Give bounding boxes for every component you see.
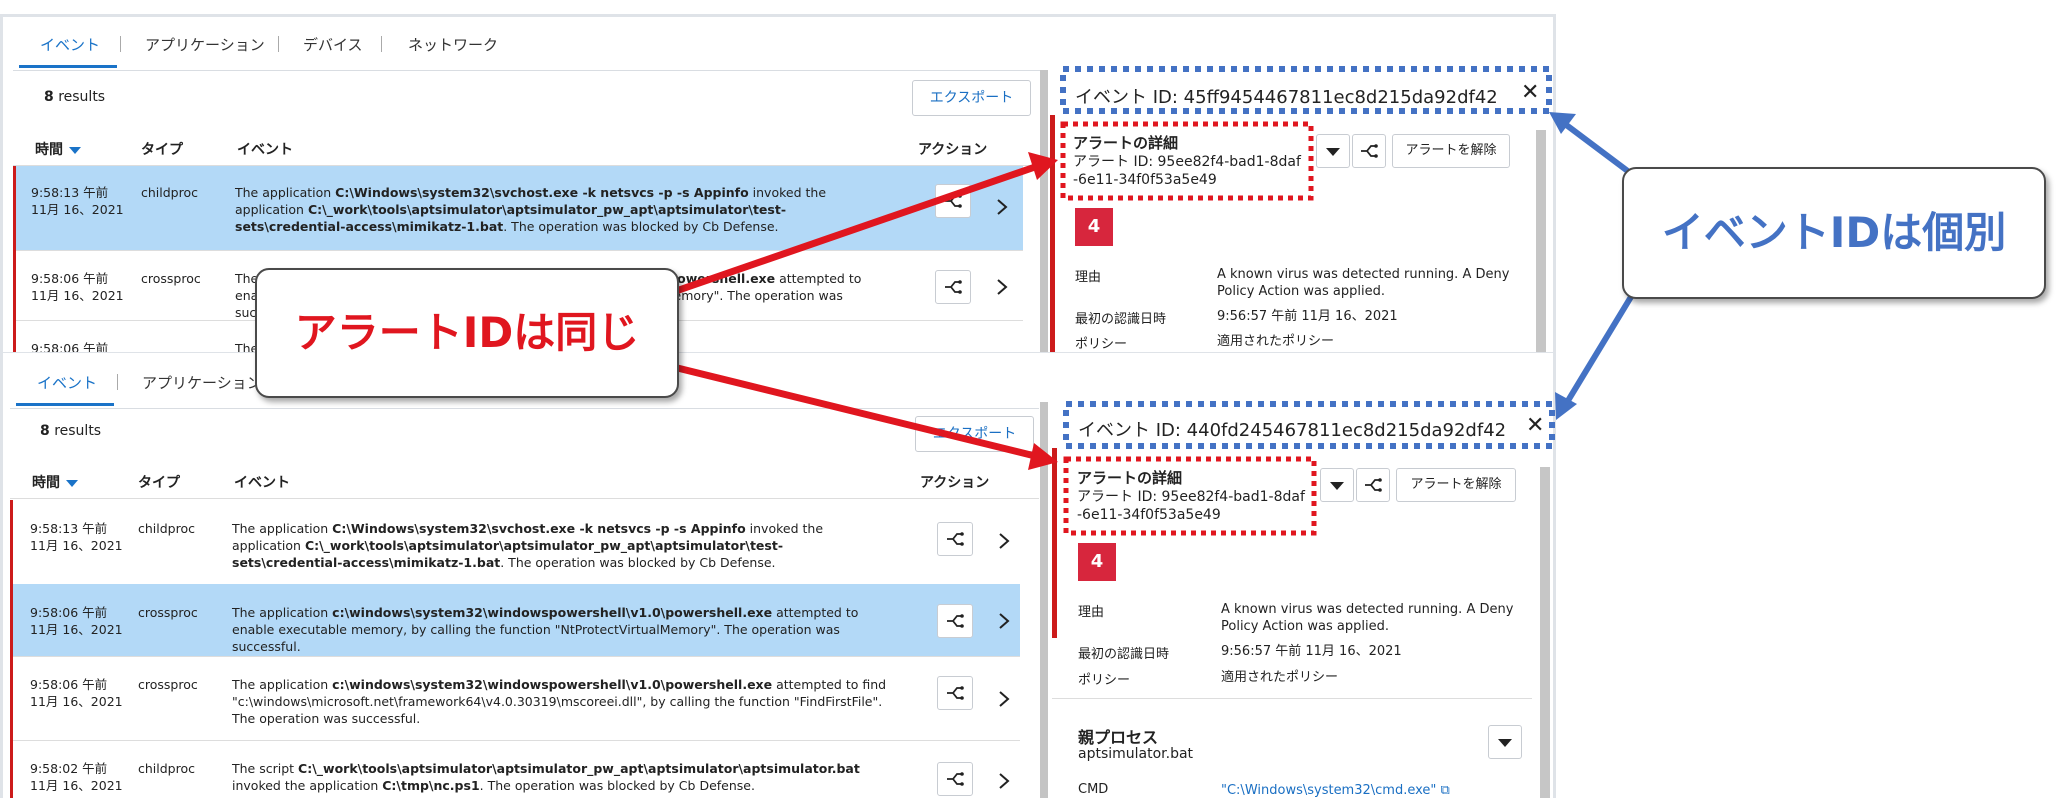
callout-event-id-individual: イベントIDは個別 — [1622, 167, 2046, 299]
annotation-overlay — [644, 66, 1643, 536]
callout-alert-id-same: アラートIDは同じ — [255, 268, 679, 398]
